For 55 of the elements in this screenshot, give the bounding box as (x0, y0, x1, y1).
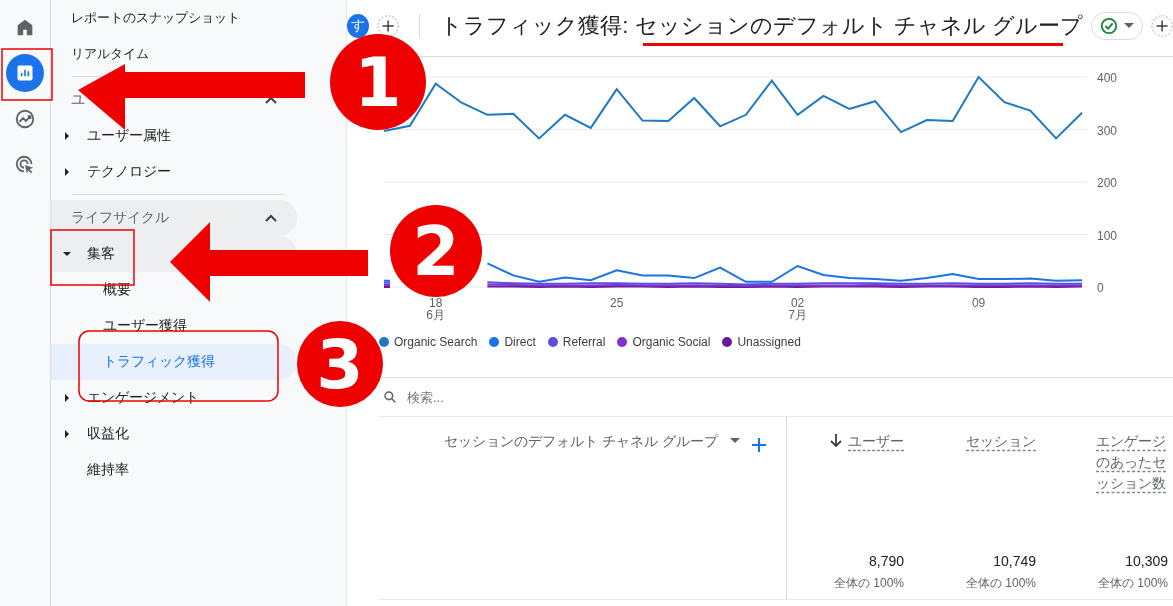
total-share: 全体の 100% (965, 575, 1036, 592)
nav-section-header[interactable]: ライフサイクル (71, 209, 169, 227)
nav-item[interactable]: 維持率 (51, 452, 297, 488)
nav-link[interactable]: レポートのスナップショット (71, 9, 240, 27)
caret-icon (1123, 23, 1134, 29)
add-icon[interactable] (1150, 14, 1173, 38)
trend-icon (14, 108, 36, 130)
column-header[interactable]: セッション (966, 431, 1036, 452)
y-tick-label: 100 (1097, 228, 1118, 243)
column-header[interactable]: ユーザー (848, 431, 904, 452)
legend-label[interactable]: Organic Search (394, 335, 478, 349)
y-tick-label: 400 (1097, 71, 1118, 85)
add-icon[interactable] (377, 14, 400, 38)
total-value: 10,309 (1125, 553, 1168, 569)
check-circle-icon (1099, 17, 1118, 35)
chevron-icon[interactable] (265, 214, 277, 222)
nav-subitem[interactable]: ユーザー獲得 (51, 308, 297, 344)
y-tick-label: 200 (1097, 176, 1118, 190)
total-value: 10,749 (993, 553, 1036, 569)
nav-item[interactable]: ユーザー属性 (51, 118, 297, 154)
y-tick-label: 0 (1097, 281, 1104, 295)
x-tick-label: 18 6月 (426, 296, 446, 322)
total-value: 8,790 (868, 553, 904, 569)
y-tick-label: 300 (1097, 123, 1118, 138)
page-title: トラフィック獲得: セッションのデフォルト チャネル グループ (440, 12, 1083, 40)
legend-label[interactable]: Direct (504, 335, 536, 349)
nav-item[interactable]: テクノロジー (51, 154, 297, 190)
legend-label[interactable]: Unassigned (737, 335, 801, 349)
nav-subitem[interactable]: トラフィック獲得 (51, 344, 297, 380)
x-tick-label: 25 (610, 296, 624, 310)
nav-subitem[interactable]: 概要 (51, 272, 297, 308)
nav-item[interactable]: 収益化 (51, 416, 297, 452)
x-tick-label: 09 (971, 296, 986, 310)
avatar[interactable]: す (347, 14, 370, 38)
step-marker: 1 (330, 34, 426, 130)
add-icon[interactable] (752, 438, 766, 452)
caret-icon[interactable] (730, 438, 740, 444)
highlight-frame (1, 48, 53, 101)
step-marker: 2 (390, 205, 482, 297)
bar-chart-icon (15, 63, 35, 83)
x-tick-label: 02 7月 (788, 296, 807, 322)
total-share: 全体の 100% (833, 575, 904, 592)
nav-link[interactable]: リアルタイム (71, 45, 149, 63)
step-marker: 3 (297, 321, 383, 407)
column-header[interactable]: セッションのデフォルト チャネル グループ (444, 433, 718, 451)
nav-section-header[interactable]: ユ (71, 91, 85, 109)
legend-label[interactable]: Referral (562, 335, 606, 349)
reports-nav-button[interactable] (6, 54, 44, 92)
chevron-icon[interactable] (265, 96, 277, 104)
legend-label[interactable]: Organic Social (632, 335, 711, 349)
cursor-target-icon (14, 154, 36, 176)
search-field[interactable]: 検索... (407, 385, 707, 409)
search-icon (383, 390, 397, 404)
total-share: 全体の 100% (1097, 575, 1168, 592)
column-header[interactable]: エンゲージのあったセッション数 (1096, 431, 1168, 494)
